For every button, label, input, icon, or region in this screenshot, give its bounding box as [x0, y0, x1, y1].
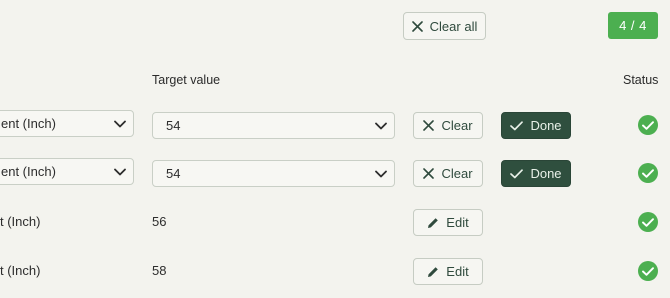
pencil-icon: [428, 266, 439, 277]
status-header: Status: [623, 73, 659, 87]
target-value: 54: [166, 166, 181, 181]
unit-select-value: ent (Inch): [1, 116, 56, 131]
done-button-label: Done: [530, 166, 562, 181]
check-icon: [510, 168, 524, 178]
clear-button-label: Clear: [441, 118, 473, 133]
unit-select-value: ent (Inch): [1, 164, 56, 179]
chevron-down-icon: [368, 122, 394, 130]
progress-counter-badge: 4 / 4: [608, 12, 658, 39]
done-button[interactable]: Done: [501, 160, 571, 187]
status-check-icon: [638, 212, 658, 232]
unit-select[interactable]: ent (Inch): [0, 158, 134, 185]
target-value: 56: [152, 214, 167, 229]
status-check-icon: [638, 115, 658, 135]
target-value-header: Target value: [152, 73, 221, 87]
chevron-down-icon: [107, 168, 133, 176]
status-check-icon: [638, 163, 658, 183]
edit-button[interactable]: Edit: [413, 209, 483, 236]
clear-all-button[interactable]: Clear all: [403, 12, 486, 40]
target-value: 58: [152, 263, 167, 278]
clear-button-label: Clear: [441, 166, 473, 181]
pencil-icon: [428, 217, 439, 228]
target-value-select[interactable]: 54: [152, 112, 395, 139]
table-panel: Clear all 4 / 4 Target value Status ent …: [0, 0, 670, 298]
clear-button[interactable]: Clear: [413, 160, 483, 187]
close-icon: [411, 20, 423, 32]
done-button-label: Done: [530, 118, 562, 133]
chevron-down-icon: [107, 120, 133, 128]
clear-all-label: Clear all: [429, 18, 478, 34]
status-check-icon: [638, 261, 658, 281]
edit-button[interactable]: Edit: [413, 258, 483, 285]
unit-label: t (Inch): [0, 263, 41, 278]
close-icon: [423, 168, 435, 179]
target-value-select[interactable]: 54: [152, 160, 395, 187]
edit-button-label: Edit: [446, 264, 469, 279]
unit-select[interactable]: ent (Inch): [0, 110, 134, 137]
chevron-down-icon: [368, 170, 394, 178]
close-icon: [423, 120, 435, 131]
edit-button-label: Edit: [446, 215, 469, 230]
clear-button[interactable]: Clear: [413, 112, 483, 139]
done-button[interactable]: Done: [501, 112, 571, 139]
unit-label: t (Inch): [0, 214, 41, 229]
target-value: 54: [166, 118, 181, 133]
check-icon: [510, 120, 524, 130]
